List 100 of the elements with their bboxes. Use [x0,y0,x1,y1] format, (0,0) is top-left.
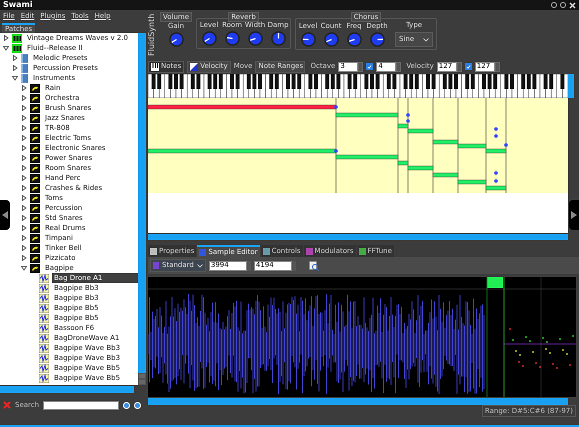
instrument-icon [30,104,40,112]
sample-icon [39,354,49,362]
knob[interactable] [300,32,316,47]
right-arrow-icon [571,211,577,219]
minimize-icon[interactable] [551,2,557,8]
expand-triangle-icon[interactable] [21,185,27,191]
tab-icon [199,248,206,256]
expand-triangle-icon[interactable] [21,125,27,131]
vertical-scrollbar[interactable] [138,33,146,385]
collapse-triangle-icon[interactable] [12,75,18,81]
search-field[interactable] [43,400,120,410]
spin-arrows-icon[interactable] [292,260,296,270]
left-arrow-tab[interactable] [0,200,10,230]
maximize-icon[interactable] [560,2,566,8]
knob[interactable] [202,31,217,46]
synth-title: FluidSynth [148,12,156,58]
expand-triangle-icon[interactable] [12,65,18,71]
instrument-icon [30,254,40,262]
soundfont-icon [12,44,22,52]
zoom-icon[interactable] [308,260,319,270]
chevron-down-icon [423,38,430,42]
sample-icon [39,374,49,382]
instrument-icon [30,214,40,222]
instrument-icon [30,114,40,122]
knob[interactable] [346,32,362,47]
expand-triangle-icon[interactable] [21,255,27,261]
instrument-icon [30,144,40,152]
sample-icon [39,324,49,332]
expand-triangle-icon[interactable] [21,245,27,251]
instrument-icon [30,234,40,242]
clear-icon[interactable] [3,401,11,409]
instrument-icon [30,244,40,252]
expand-triangle-icon[interactable] [21,225,27,231]
right-arrow-tab[interactable] [569,200,579,230]
sample-icon [39,314,49,322]
expand-triangle-icon[interactable] [21,145,27,151]
instrument-icon [30,264,40,272]
spin-arrows-icon[interactable] [246,260,251,270]
sample-icon [39,344,49,352]
sample-icon [39,304,49,312]
instrument-icon [30,224,40,232]
expand-triangle-icon[interactable] [21,135,27,141]
expand-triangle-icon[interactable] [21,165,27,171]
horizontal-scrollbar[interactable] [0,386,134,393]
knob[interactable] [370,32,385,47]
close-icon[interactable] [569,2,576,8]
piano-keyboard-drawing[interactable] [148,74,568,98]
expand-triangle-icon[interactable] [21,115,27,121]
horizontal-scrollbar[interactable] [148,234,568,240]
knob[interactable] [270,31,286,46]
tab-icon [262,248,270,254]
tab-icon [306,248,313,254]
expand-triangle-icon[interactable] [21,205,27,211]
checkbox[interactable] [366,63,374,70]
sample-icon [39,364,49,372]
collapse-triangle-icon[interactable] [21,265,27,271]
sample-icon [39,284,49,292]
soundfont-icon [12,34,22,42]
knob[interactable] [168,32,184,47]
instrument-icon [30,204,40,212]
next-icon[interactable] [134,402,142,408]
expand-triangle-icon[interactable] [21,85,27,91]
tab-icon [150,248,157,254]
expand-triangle-icon[interactable] [21,195,27,201]
collapse-triangle-icon[interactable] [3,45,9,51]
knob[interactable] [248,31,263,46]
waveform-drawing[interactable] [148,277,576,397]
instrument-icon [30,174,40,182]
previous-icon[interactable] [123,402,130,408]
instrument-icon [30,154,40,162]
instrument-icon [30,184,40,192]
chevron-down-icon [196,264,203,268]
expand-triangle-icon[interactable] [21,95,27,101]
instrument-icon [30,124,40,132]
note-range-drawing[interactable] [148,98,568,233]
instrument-icon [30,164,40,172]
vertical-scrollbar[interactable] [568,74,574,98]
tab-icon [358,248,366,254]
expand-triangle-icon[interactable] [3,35,9,41]
checkbox[interactable] [464,63,472,70]
expand-triangle-icon[interactable] [21,235,27,241]
velocity-ramp-icon [190,62,198,70]
sample-icon [39,294,49,302]
left-arrow-icon [2,211,8,219]
piano-keys-icon [151,62,159,70]
expand-triangle-icon[interactable] [21,155,27,161]
expand-triangle-icon[interactable] [21,215,27,221]
window-title: Swami [3,1,33,9]
instrument-icon [30,94,40,102]
horizontal-scrollbar[interactable] [148,398,568,405]
spin-arrows-icon[interactable] [494,62,500,72]
instrument-icon [30,194,40,202]
instrument-icon [30,84,40,92]
expand-triangle-icon[interactable] [21,175,27,181]
knob[interactable] [224,31,240,46]
instrument-icon [30,134,40,142]
expand-triangle-icon[interactable] [21,105,27,111]
knob[interactable] [324,32,339,47]
expand-triangle-icon[interactable] [12,55,18,61]
sample-icon [39,274,49,282]
